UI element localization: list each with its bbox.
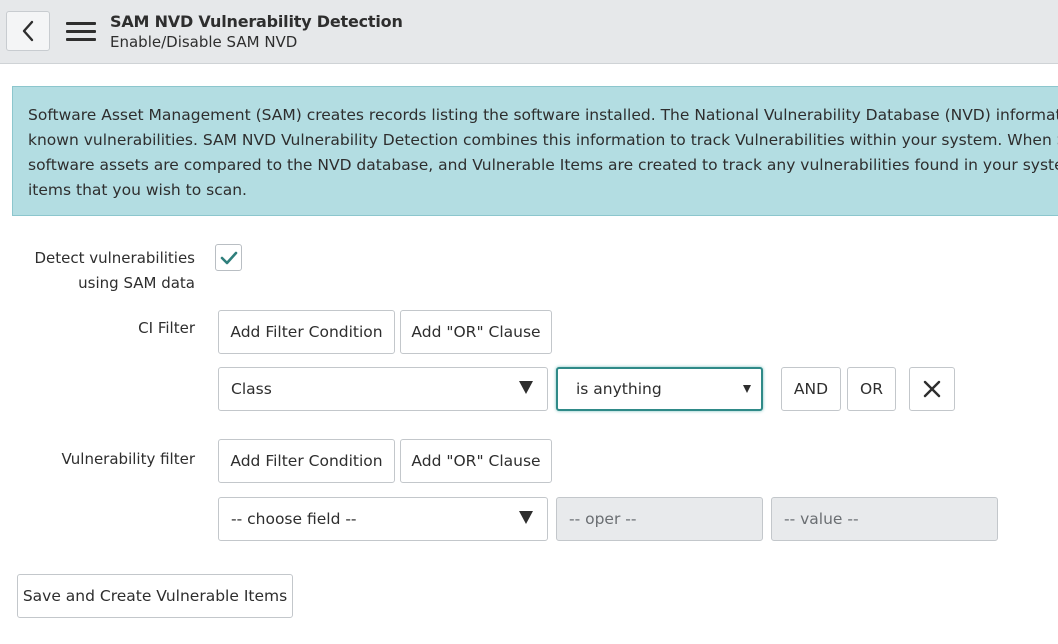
ci-operator-value: is anything (576, 380, 662, 398)
hamburger-menu-icon[interactable] (66, 22, 96, 42)
page-header: SAM NVD Vulnerability Detection Enable/D… (0, 0, 1058, 64)
ci-add-or-clause-button[interactable]: Add "OR" Clause (400, 310, 552, 354)
ci-field-select[interactable]: Class (218, 367, 548, 411)
page-subtitle: Enable/Disable SAM NVD (110, 33, 298, 51)
vuln-value-input: -- value -- (771, 497, 998, 541)
ci-add-filter-condition-button[interactable]: Add Filter Condition (218, 310, 395, 354)
ci-or-button[interactable]: OR (847, 367, 896, 411)
ci-field-value: Class (231, 380, 272, 398)
detect-vulnerabilities-label: Detect vulnerabilities using SAM data (34, 249, 195, 292)
back-button[interactable] (6, 11, 50, 51)
ci-filter-label: CI Filter (138, 319, 195, 337)
vuln-value-placeholder: -- value -- (784, 510, 859, 528)
info-line: Software Asset Management (SAM) creates … (28, 106, 1058, 124)
info-line: software assets are compared to the NVD … (28, 156, 1058, 174)
vulnerability-filter-label: Vulnerability filter (61, 450, 195, 468)
vuln-add-or-clause-button[interactable]: Add "OR" Clause (400, 439, 552, 483)
info-line: items that you wish to scan. (28, 181, 247, 199)
vuln-operator-select: -- oper -- (556, 497, 763, 541)
ci-remove-condition-button[interactable] (909, 367, 955, 411)
info-message: Software Asset Management (SAM) creates … (12, 86, 1058, 216)
vuln-field-select[interactable]: -- choose field -- (218, 497, 548, 541)
chevron-left-icon (22, 20, 34, 42)
ci-operator-select[interactable]: is anything (556, 367, 763, 411)
close-icon (923, 380, 941, 398)
info-line: known vulnerabilities. SAM NVD Vulnerabi… (28, 131, 1058, 149)
chevron-down-icon (743, 385, 751, 393)
vuln-add-filter-condition-button[interactable]: Add Filter Condition (218, 439, 395, 483)
vuln-operator-value: -- oper -- (569, 510, 637, 528)
save-and-create-button[interactable]: Save and Create Vulnerable Items (17, 574, 293, 618)
detect-vulnerabilities-checkbox[interactable] (215, 244, 242, 271)
checkmark-icon (220, 251, 237, 264)
chevron-down-icon (519, 511, 533, 524)
chevron-down-icon (519, 381, 533, 394)
ci-and-button[interactable]: AND (781, 367, 841, 411)
vuln-field-value: -- choose field -- (231, 510, 357, 528)
page-title: SAM NVD Vulnerability Detection (110, 12, 403, 31)
